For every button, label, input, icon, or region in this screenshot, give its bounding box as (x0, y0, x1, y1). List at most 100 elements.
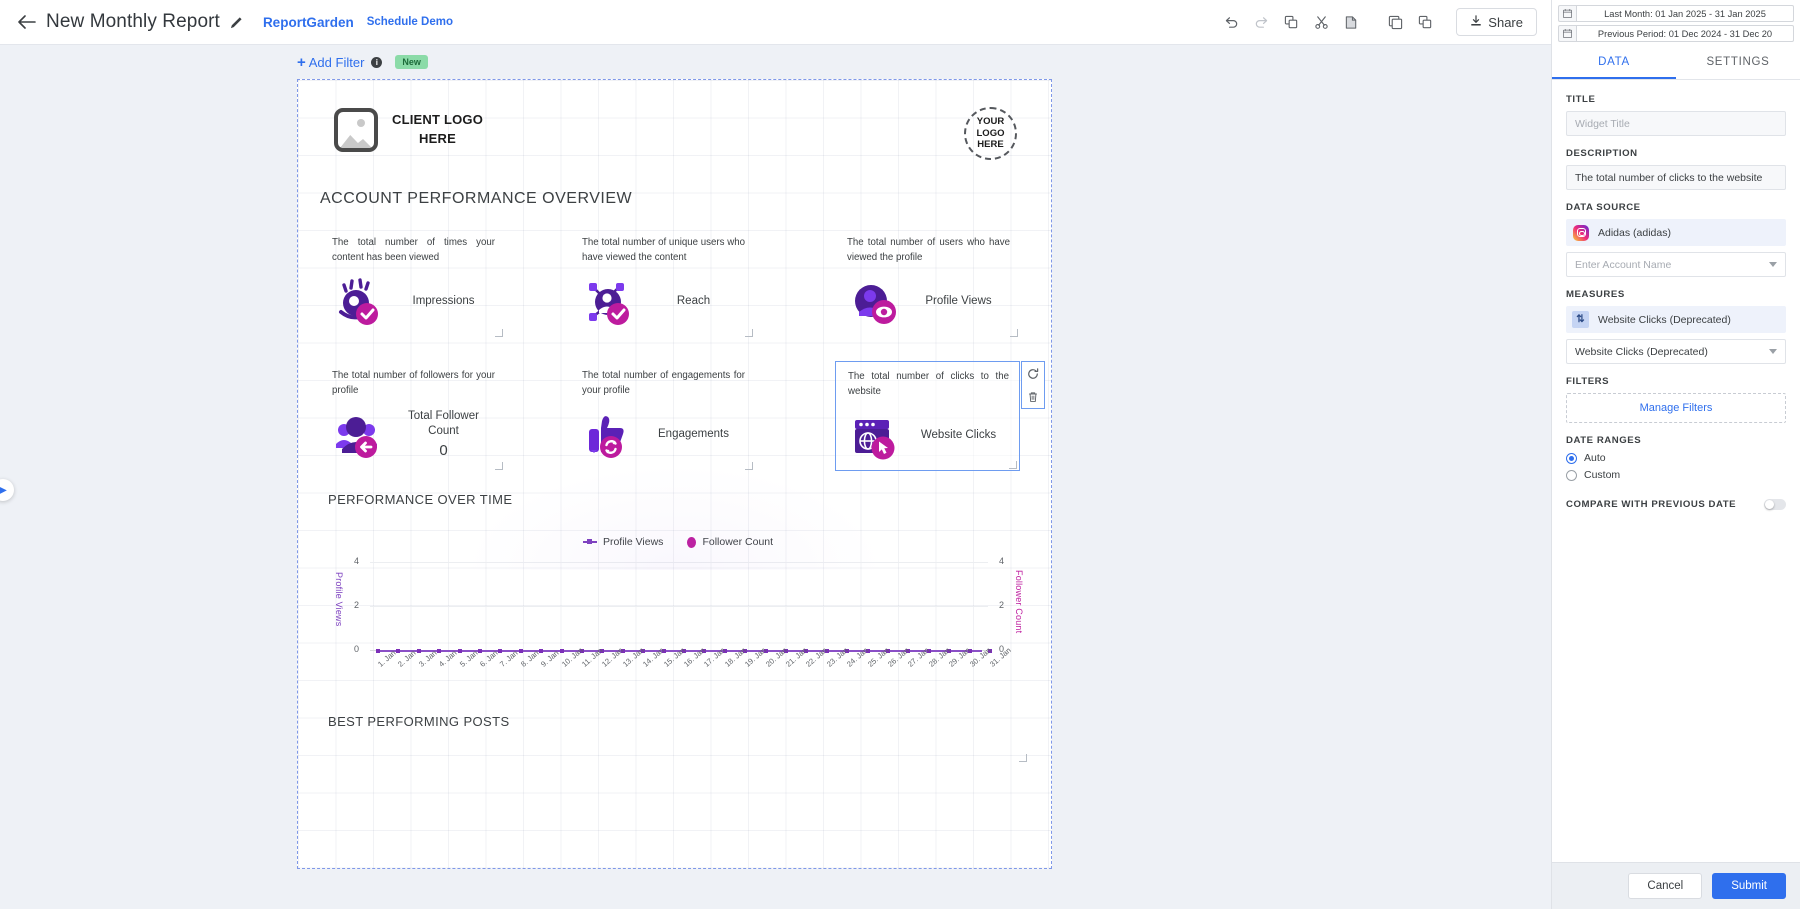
data-source-account-label: Adidas (adidas) (1598, 226, 1671, 239)
resize-handle[interactable] (495, 462, 503, 470)
reach-network-icon (582, 276, 636, 326)
date-range-custom-option[interactable]: Custom (1566, 469, 1786, 481)
widget-profile-views[interactable]: The total number of users who have viewe… (835, 228, 1020, 338)
data-point (416, 649, 421, 653)
filters-label: FILTERS (1566, 376, 1610, 387)
date-range-controls: Last Month: 01 Jan 2025 - 31 Jan 2025 Pr… (1552, 0, 1800, 45)
compare-previous-date-label: COMPARE WITH PREVIOUS DATE (1566, 499, 1737, 510)
copy-page-icon[interactable] (1380, 7, 1410, 37)
measures-label: MEASURES (1566, 289, 1625, 300)
measure-select[interactable]: Website Clicks (Deprecated) (1566, 339, 1786, 364)
y-axis-title: Profile Views (334, 572, 344, 627)
panel-body: TITLE DESCRIPTION DATA SOURCE Adidas (ad… (1552, 80, 1800, 862)
client-logo-block[interactable]: CLIENT LOGO HERE (334, 108, 483, 152)
resize-handle[interactable] (1009, 461, 1017, 469)
tab-data[interactable]: DATA (1552, 45, 1676, 79)
widget-total-follower-count[interactable]: The total number of followers for your p… (320, 361, 505, 471)
schedule-demo-link[interactable]: Schedule Demo (367, 16, 453, 28)
data-point (559, 649, 564, 653)
client-logo-line1: CLIENT LOGO (392, 112, 484, 128)
performance-chart[interactable]: Profile Views Follower Count 4 2 0 4 2 0… (328, 520, 1028, 700)
radio-custom[interactable] (1566, 469, 1577, 481)
gridline-4 (370, 562, 988, 563)
pencil-icon[interactable] (230, 16, 243, 29)
description-input[interactable] (1566, 165, 1786, 190)
legend-line-icon (582, 539, 597, 544)
account-name-select[interactable]: Enter Account Name (1566, 252, 1786, 277)
chart-plot-area: 4 2 0 4 2 0 Profile Views Follower Count… (328, 556, 1028, 669)
duplicate-page-icon[interactable] (1410, 7, 1440, 37)
y-tick-0: 0 (354, 644, 360, 654)
widget-engagements[interactable]: The total number of engagements for your… (570, 361, 755, 471)
resize-handle[interactable] (1010, 329, 1018, 337)
data-source-account[interactable]: Adidas (adidas) (1566, 219, 1786, 246)
legend-label: Profile Views (602, 536, 664, 548)
widget-label: Total Follower Count (408, 410, 479, 438)
calendar-icon (1558, 25, 1576, 42)
add-filter-label: Add Filter (308, 54, 365, 70)
y-tick-2: 2 (354, 600, 360, 610)
widget-website-clicks[interactable]: The total number of clicks to the websit… (835, 361, 1045, 471)
reportgarden-link[interactable]: ReportGarden (263, 15, 354, 30)
radio-auto[interactable] (1566, 452, 1577, 464)
report-canvas: ▶ CLIENT LOGO HERE YOUR LOGO HERE ACCOUN… (0, 79, 1551, 909)
impressions-eye-icon (332, 276, 386, 326)
resize-handle[interactable] (745, 329, 753, 337)
previous-date-range[interactable]: Previous Period: 01 Dec 2024 - 31 Dec 20 (1558, 25, 1794, 42)
date-range-auto-option[interactable]: Auto (1566, 452, 1786, 464)
y2-axis-title: Follower Count (1014, 570, 1024, 634)
chart-legend: Profile Views Follower Count (328, 536, 1028, 548)
account-name-placeholder: Enter Account Name (1575, 258, 1672, 271)
duplicate-icon[interactable] (1276, 7, 1306, 37)
paste-icon[interactable] (1336, 7, 1366, 37)
share-button-label: Share (1488, 14, 1523, 30)
date-range-auto-label: Auto (1584, 452, 1606, 464)
current-date-range-value[interactable]: Last Month: 01 Jan 2025 - 31 Jan 2025 (1576, 5, 1794, 22)
sidebar-toggle-icon[interactable]: ▶ (0, 479, 14, 501)
widget-description: The total number of engagements for your… (582, 370, 745, 396)
redo-icon[interactable] (1246, 7, 1276, 37)
back-arrow-icon[interactable] (14, 9, 40, 35)
y2-tick-2: 2 (998, 600, 1004, 610)
undo-icon[interactable] (1216, 7, 1246, 37)
instagram-icon (1573, 224, 1589, 241)
title-input[interactable] (1566, 111, 1786, 136)
your-logo-line2: LOGO (976, 127, 1005, 139)
legend-item-profile-views[interactable]: Profile Views (582, 536, 664, 548)
measure-selected[interactable]: ⇅ Website Clicks (Deprecated) (1566, 306, 1786, 333)
cut-icon[interactable] (1306, 7, 1336, 37)
your-logo-placeholder[interactable]: YOUR LOGO HERE (964, 107, 1017, 160)
current-date-range[interactable]: Last Month: 01 Jan 2025 - 31 Jan 2025 (1558, 5, 1794, 22)
chart-resize-handle[interactable] (1019, 754, 1027, 762)
main-area: New Monthly Report ReportGarden Schedule… (0, 0, 1551, 909)
data-point (539, 649, 544, 653)
widget-label: Profile Views (925, 294, 992, 307)
widget-reach[interactable]: The total number of unique users who hav… (570, 228, 755, 338)
info-icon[interactable]: i (371, 56, 383, 68)
share-button[interactable]: Share (1456, 8, 1537, 36)
app-root: New Monthly Report ReportGarden Schedule… (0, 0, 1800, 909)
submit-button[interactable]: Submit (1712, 873, 1786, 899)
data-point (457, 649, 462, 653)
delete-widget-icon[interactable] (1027, 391, 1039, 403)
widget-value: 0 (439, 442, 448, 460)
data-point (437, 649, 442, 653)
add-filter-button[interactable]: + Add Filter (297, 54, 364, 71)
widget-label: Reach (676, 294, 711, 307)
widget-description: The total number of clicks to the websit… (848, 371, 1009, 397)
previous-date-range-value[interactable]: Previous Period: 01 Dec 2024 - 31 Dec 20 (1576, 25, 1794, 42)
panel-tabs: DATA SETTINGS (1552, 45, 1800, 80)
widget-impressions[interactable]: The total number of times your content h… (320, 228, 505, 338)
compare-previous-date-toggle[interactable] (1764, 499, 1786, 510)
website-clicks-browser-icon (848, 410, 902, 460)
resize-handle[interactable] (495, 329, 503, 337)
resize-handle[interactable] (745, 462, 753, 470)
refresh-widget-icon[interactable] (1027, 367, 1039, 380)
tab-settings[interactable]: SETTINGS (1676, 45, 1800, 79)
report-page[interactable]: CLIENT LOGO HERE YOUR LOGO HERE ACCOUNT … (297, 79, 1052, 869)
cancel-button[interactable]: Cancel (1628, 873, 1703, 899)
description-label: DESCRIPTION (1566, 148, 1638, 159)
manage-filters-button[interactable]: Manage Filters (1566, 393, 1786, 423)
client-logo-line2: HERE (419, 131, 456, 146)
legend-item-follower-count[interactable]: Follower Count (687, 536, 773, 548)
